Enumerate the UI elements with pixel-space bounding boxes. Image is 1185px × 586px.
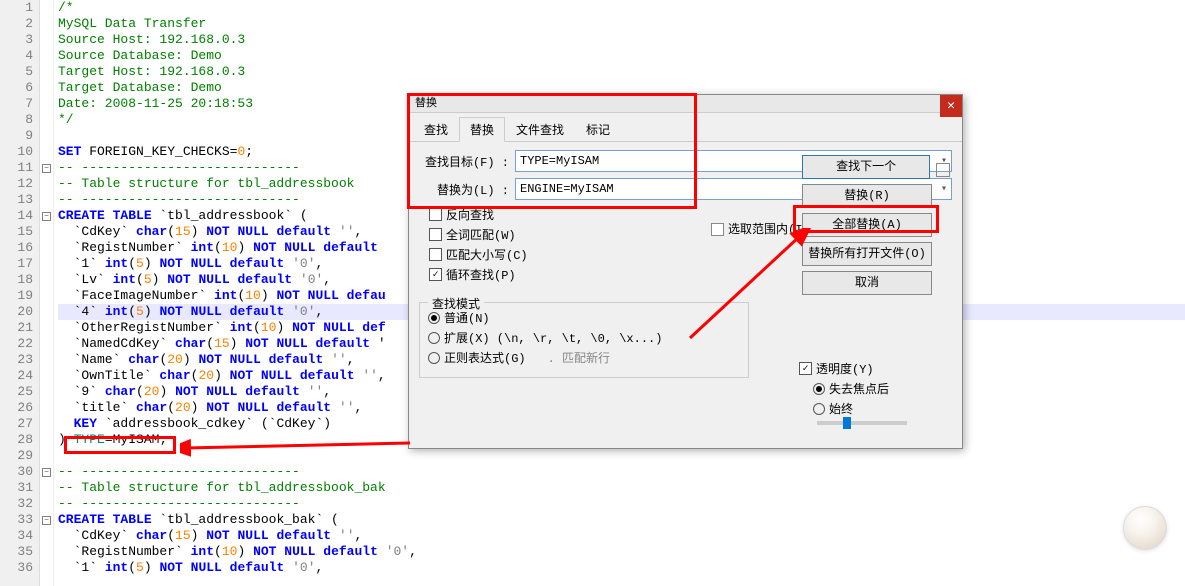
wrap-search-check[interactable] <box>936 163 950 177</box>
line-number-gutter: 1234567891011121314151617181920212223242… <box>0 0 40 586</box>
replace-all-button[interactable]: 全部替换(A) <box>802 213 932 237</box>
replace-dialog: 替换 ✕ 查找替换文件查找标记 查找目标(F) : TYPE=MyISAM ▾ … <box>408 94 963 449</box>
tab-2[interactable]: 文件查找 <box>505 117 575 141</box>
trans-always[interactable]: 始终 <box>813 400 949 417</box>
search-mode-group: 查找模式 普通(N) 扩展(X) (\n, \r, \t, \0, \x...)… <box>419 302 749 378</box>
find-next-button[interactable]: 查找下一个 <box>802 155 930 179</box>
find-label: 查找目标(F) : <box>419 153 509 170</box>
tab-1[interactable]: 替换 <box>459 117 505 142</box>
dialog-title: 替换 <box>409 95 962 113</box>
cancel-button[interactable]: 取消 <box>802 271 932 295</box>
replace-value: ENGINE=MyISAM <box>520 182 614 196</box>
trans-lose-focus[interactable]: 失去焦点后 <box>813 380 949 397</box>
in-selection-check[interactable]: 选取范围内(I) <box>711 220 810 237</box>
tab-3[interactable]: 标记 <box>575 117 621 141</box>
search-mode-title: 查找模式 <box>428 295 484 312</box>
transparency-slider[interactable] <box>817 421 907 425</box>
transparency-group: ✓透明度(Y) 失去焦点后 始终 <box>799 360 949 425</box>
replace-in-all-button[interactable]: 替换所有打开文件(O) <box>802 242 932 266</box>
find-value: TYPE=MyISAM <box>520 154 599 168</box>
transparency-check[interactable]: ✓透明度(Y) <box>799 360 949 377</box>
avatar[interactable] <box>1123 506 1167 550</box>
replace-button[interactable]: 替换(R) <box>802 184 932 208</box>
mode-extended[interactable]: 扩展(X) (\n, \r, \t, \0, \x...) <box>428 329 740 346</box>
dialog-tabs: 查找替换文件查找标记 <box>409 117 962 142</box>
fold-gutter[interactable]: −−−− <box>40 0 54 586</box>
mode-regex[interactable]: 正则表达式(G). 匹配新行 <box>428 349 740 366</box>
tab-0[interactable]: 查找 <box>413 117 459 141</box>
replace-label: 替换为(L) : <box>419 181 509 198</box>
close-icon[interactable]: ✕ <box>940 95 962 117</box>
